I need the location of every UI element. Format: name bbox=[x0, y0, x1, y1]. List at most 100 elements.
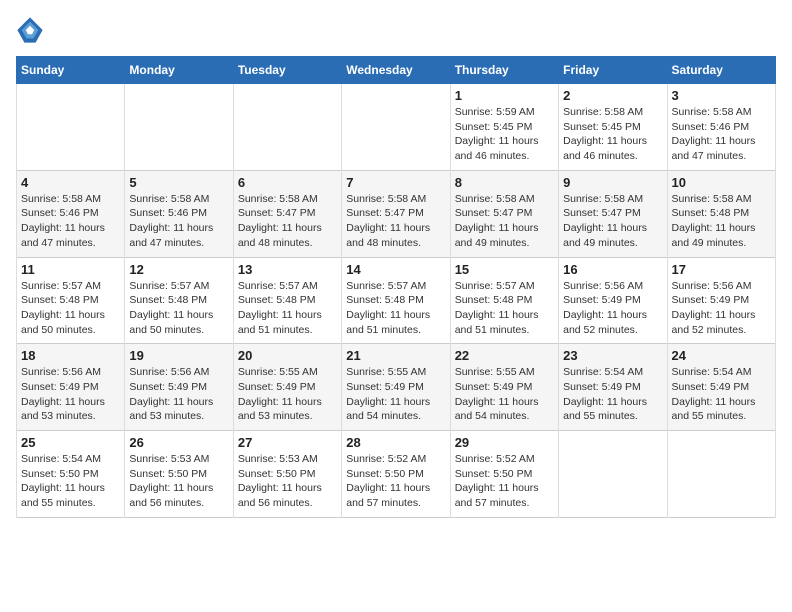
day-info: Sunrise: 5:57 AM Sunset: 5:48 PM Dayligh… bbox=[238, 279, 337, 338]
day-info: Sunrise: 5:54 AM Sunset: 5:50 PM Dayligh… bbox=[21, 452, 120, 511]
calendar-cell: 26Sunrise: 5:53 AM Sunset: 5:50 PM Dayli… bbox=[125, 431, 233, 518]
day-number: 12 bbox=[129, 262, 228, 277]
day-info: Sunrise: 5:58 AM Sunset: 5:48 PM Dayligh… bbox=[672, 192, 771, 251]
col-header-wednesday: Wednesday bbox=[342, 57, 450, 84]
day-number: 2 bbox=[563, 88, 662, 103]
logo-icon bbox=[16, 16, 44, 44]
day-number: 16 bbox=[563, 262, 662, 277]
calendar-cell: 22 Sunrise: 5:55 AM Sunset: 5:49 PM Dayli… bbox=[450, 344, 558, 431]
page-header bbox=[16, 16, 776, 44]
calendar-cell: 19 Sunrise: 5:56 AM Sunset: 5:49 PM Dayli… bbox=[125, 344, 233, 431]
calendar-cell: 11 Sunrise: 5:57 AM Sunset: 5:48 PM Dayli… bbox=[17, 257, 125, 344]
day-info: Sunrise: 5:58 AM Sunset: 5:45 PM Dayligh… bbox=[563, 105, 662, 164]
day-info: Sunrise: 5:54 AM Sunset: 5:49 PM Dayligh… bbox=[563, 365, 662, 424]
calendar-cell: 15 Sunrise: 5:57 AM Sunset: 5:48 PM Dayli… bbox=[450, 257, 558, 344]
day-number: 15 bbox=[455, 262, 554, 277]
day-info: Sunrise: 5:55 AM Sunset: 5:49 PM Dayligh… bbox=[455, 365, 554, 424]
week-row-4: 18 Sunrise: 5:56 AM Sunset: 5:49 PM Dayli… bbox=[17, 344, 776, 431]
day-number: 22 bbox=[455, 348, 554, 363]
day-number: 4 bbox=[21, 175, 120, 190]
calendar-cell: 9 Sunrise: 5:58 AM Sunset: 5:47 PM Daylig… bbox=[559, 170, 667, 257]
day-info: Sunrise: 5:58 AM Sunset: 5:46 PM Dayligh… bbox=[21, 192, 120, 251]
day-info: Sunrise: 5:58 AM Sunset: 5:46 PM Dayligh… bbox=[672, 105, 771, 164]
day-info: Sunrise: 5:59 AM Sunset: 5:45 PM Dayligh… bbox=[455, 105, 554, 164]
day-number: 9 bbox=[563, 175, 662, 190]
day-info: Sunrise: 5:55 AM Sunset: 5:49 PM Dayligh… bbox=[346, 365, 445, 424]
col-header-friday: Friday bbox=[559, 57, 667, 84]
calendar-cell bbox=[342, 84, 450, 171]
day-info: Sunrise: 5:53 AM Sunset: 5:50 PM Dayligh… bbox=[238, 452, 337, 511]
calendar-cell: 13 Sunrise: 5:57 AM Sunset: 5:48 PM Dayli… bbox=[233, 257, 341, 344]
calendar-cell: 7Sunrise: 5:58 AM Sunset: 5:47 PM Daylig… bbox=[342, 170, 450, 257]
calendar-table: SundayMondayTuesdayWednesdayThursdayFrid… bbox=[16, 56, 776, 518]
col-header-tuesday: Tuesday bbox=[233, 57, 341, 84]
day-number: 21 bbox=[346, 348, 445, 363]
day-number: 3 bbox=[672, 88, 771, 103]
day-info: Sunrise: 5:57 AM Sunset: 5:48 PM Dayligh… bbox=[346, 279, 445, 338]
calendar-cell: 8 Sunrise: 5:58 AM Sunset: 5:47 PM Daylig… bbox=[450, 170, 558, 257]
day-info: Sunrise: 5:52 AM Sunset: 5:50 PM Dayligh… bbox=[346, 452, 445, 511]
day-info: Sunrise: 5:56 AM Sunset: 5:49 PM Dayligh… bbox=[563, 279, 662, 338]
week-row-2: 4 Sunrise: 5:58 AM Sunset: 5:46 PM Daylig… bbox=[17, 170, 776, 257]
day-number: 24 bbox=[672, 348, 771, 363]
day-info: Sunrise: 5:58 AM Sunset: 5:47 PM Dayligh… bbox=[563, 192, 662, 251]
calendar-cell: 3 Sunrise: 5:58 AM Sunset: 5:46 PM Daylig… bbox=[667, 84, 775, 171]
col-header-monday: Monday bbox=[125, 57, 233, 84]
calendar-cell bbox=[17, 84, 125, 171]
day-number: 28 bbox=[346, 435, 445, 450]
day-number: 10 bbox=[672, 175, 771, 190]
day-info: Sunrise: 5:56 AM Sunset: 5:49 PM Dayligh… bbox=[129, 365, 228, 424]
calendar-cell: 5Sunrise: 5:58 AM Sunset: 5:46 PM Daylig… bbox=[125, 170, 233, 257]
week-row-5: 25 Sunrise: 5:54 AM Sunset: 5:50 PM Dayli… bbox=[17, 431, 776, 518]
col-header-sunday: Sunday bbox=[17, 57, 125, 84]
calendar-cell: 20Sunrise: 5:55 AM Sunset: 5:49 PM Dayli… bbox=[233, 344, 341, 431]
week-row-3: 11 Sunrise: 5:57 AM Sunset: 5:48 PM Dayli… bbox=[17, 257, 776, 344]
day-number: 17 bbox=[672, 262, 771, 277]
day-number: 13 bbox=[238, 262, 337, 277]
day-number: 23 bbox=[563, 348, 662, 363]
day-info: Sunrise: 5:57 AM Sunset: 5:48 PM Dayligh… bbox=[455, 279, 554, 338]
day-number: 11 bbox=[21, 262, 120, 277]
day-info: Sunrise: 5:57 AM Sunset: 5:48 PM Dayligh… bbox=[129, 279, 228, 338]
day-info: Sunrise: 5:58 AM Sunset: 5:47 PM Dayligh… bbox=[238, 192, 337, 251]
calendar-cell: 1 Sunrise: 5:59 AM Sunset: 5:45 PM Daylig… bbox=[450, 84, 558, 171]
calendar-cell: 29 Sunrise: 5:52 AM Sunset: 5:50 PM Dayli… bbox=[450, 431, 558, 518]
col-header-thursday: Thursday bbox=[450, 57, 558, 84]
calendar-cell: 27 Sunrise: 5:53 AM Sunset: 5:50 PM Dayli… bbox=[233, 431, 341, 518]
day-info: Sunrise: 5:56 AM Sunset: 5:49 PM Dayligh… bbox=[21, 365, 120, 424]
day-info: Sunrise: 5:58 AM Sunset: 5:47 PM Dayligh… bbox=[455, 192, 554, 251]
day-number: 27 bbox=[238, 435, 337, 450]
day-number: 6 bbox=[238, 175, 337, 190]
day-number: 29 bbox=[455, 435, 554, 450]
day-number: 18 bbox=[21, 348, 120, 363]
day-info: Sunrise: 5:52 AM Sunset: 5:50 PM Dayligh… bbox=[455, 452, 554, 511]
day-number: 1 bbox=[455, 88, 554, 103]
calendar-cell: 16 Sunrise: 5:56 AM Sunset: 5:49 PM Dayli… bbox=[559, 257, 667, 344]
calendar-cell: 21 Sunrise: 5:55 AM Sunset: 5:49 PM Dayli… bbox=[342, 344, 450, 431]
calendar-cell: 2 Sunrise: 5:58 AM Sunset: 5:45 PM Daylig… bbox=[559, 84, 667, 171]
calendar-cell: 23 Sunrise: 5:54 AM Sunset: 5:49 PM Dayli… bbox=[559, 344, 667, 431]
calendar-cell: 4 Sunrise: 5:58 AM Sunset: 5:46 PM Daylig… bbox=[17, 170, 125, 257]
day-number: 20 bbox=[238, 348, 337, 363]
calendar-cell: 24 Sunrise: 5:54 AM Sunset: 5:49 PM Dayli… bbox=[667, 344, 775, 431]
calendar-cell bbox=[667, 431, 775, 518]
calendar-cell: 10 Sunrise: 5:58 AM Sunset: 5:48 PM Dayli… bbox=[667, 170, 775, 257]
day-info: Sunrise: 5:54 AM Sunset: 5:49 PM Dayligh… bbox=[672, 365, 771, 424]
logo bbox=[16, 16, 48, 44]
calendar-cell bbox=[559, 431, 667, 518]
day-number: 7 bbox=[346, 175, 445, 190]
calendar-cell: 25 Sunrise: 5:54 AM Sunset: 5:50 PM Dayli… bbox=[17, 431, 125, 518]
day-number: 25 bbox=[21, 435, 120, 450]
calendar-cell: 12 Sunrise: 5:57 AM Sunset: 5:48 PM Dayli… bbox=[125, 257, 233, 344]
day-number: 26 bbox=[129, 435, 228, 450]
day-number: 8 bbox=[455, 175, 554, 190]
week-row-1: 1 Sunrise: 5:59 AM Sunset: 5:45 PM Daylig… bbox=[17, 84, 776, 171]
calendar-cell: 6 Sunrise: 5:58 AM Sunset: 5:47 PM Daylig… bbox=[233, 170, 341, 257]
calendar-cell: 28 Sunrise: 5:52 AM Sunset: 5:50 PM Dayli… bbox=[342, 431, 450, 518]
calendar-cell bbox=[125, 84, 233, 171]
day-info: Sunrise: 5:57 AM Sunset: 5:48 PM Dayligh… bbox=[21, 279, 120, 338]
day-number: 14 bbox=[346, 262, 445, 277]
day-number: 19 bbox=[129, 348, 228, 363]
day-info: Sunrise: 5:56 AM Sunset: 5:49 PM Dayligh… bbox=[672, 279, 771, 338]
day-number: 5 bbox=[129, 175, 228, 190]
